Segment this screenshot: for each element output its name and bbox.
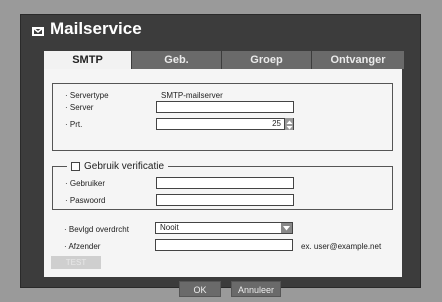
password-input[interactable] <box>156 194 294 206</box>
test-button[interactable]: TEST <box>51 256 101 269</box>
user-label: · Gebruiker <box>65 179 106 188</box>
server-group: · Servertype SMTP-mailserver · Server · … <box>52 83 393 151</box>
tab-groep[interactable]: Groep <box>222 51 312 69</box>
security-label: · Bevlgd overdrcht <box>64 225 129 234</box>
servertype-value: SMTP-mailserver <box>161 91 223 100</box>
port-input[interactable]: 25 <box>156 118 294 130</box>
cancel-button[interactable]: Annuleer <box>231 281 281 297</box>
use-auth-checkbox[interactable] <box>71 161 80 171</box>
use-auth-label: Gebruik verificatie <box>84 160 165 172</box>
up-down-arrows-icon[interactable] <box>284 118 293 130</box>
auth-legend: Gebruik verificatie <box>67 159 169 173</box>
tab-geb[interactable]: Geb. <box>132 51 222 69</box>
password-label: · Paswoord <box>65 196 106 205</box>
mailservice-window: Mailservice SMTP Geb. Groep Ontvanger · … <box>20 14 421 297</box>
sender-label: · Afzender <box>64 242 101 251</box>
security-value: Nooit <box>160 223 179 232</box>
ok-button[interactable]: OK <box>179 281 221 297</box>
server-input[interactable] <box>156 101 294 113</box>
tab-ontvanger[interactable]: Ontvanger <box>312 51 404 69</box>
sender-input[interactable] <box>155 239 293 251</box>
tab-smtp[interactable]: SMTP <box>44 51 132 69</box>
server-label: · Server <box>65 103 94 112</box>
security-select[interactable]: Nooit <box>155 222 293 234</box>
port-value: 25 <box>272 119 281 128</box>
tab-bar: SMTP Geb. Groep Ontvanger <box>44 51 404 69</box>
port-label: · Prt. <box>65 120 83 129</box>
title-bar: Mailservice <box>21 19 420 45</box>
servertype-label: · Servertype <box>65 91 109 100</box>
chevron-down-icon[interactable] <box>281 223 292 233</box>
envelope-icon <box>32 27 44 36</box>
sender-hint: ex. user@example.net <box>301 242 382 251</box>
window-title: Mailservice <box>50 19 142 38</box>
smtp-panel: · Servertype SMTP-mailserver · Server · … <box>44 69 402 277</box>
user-input[interactable] <box>156 177 294 189</box>
auth-group: Gebruik verificatie · Gebruiker · Paswoo… <box>52 159 393 210</box>
